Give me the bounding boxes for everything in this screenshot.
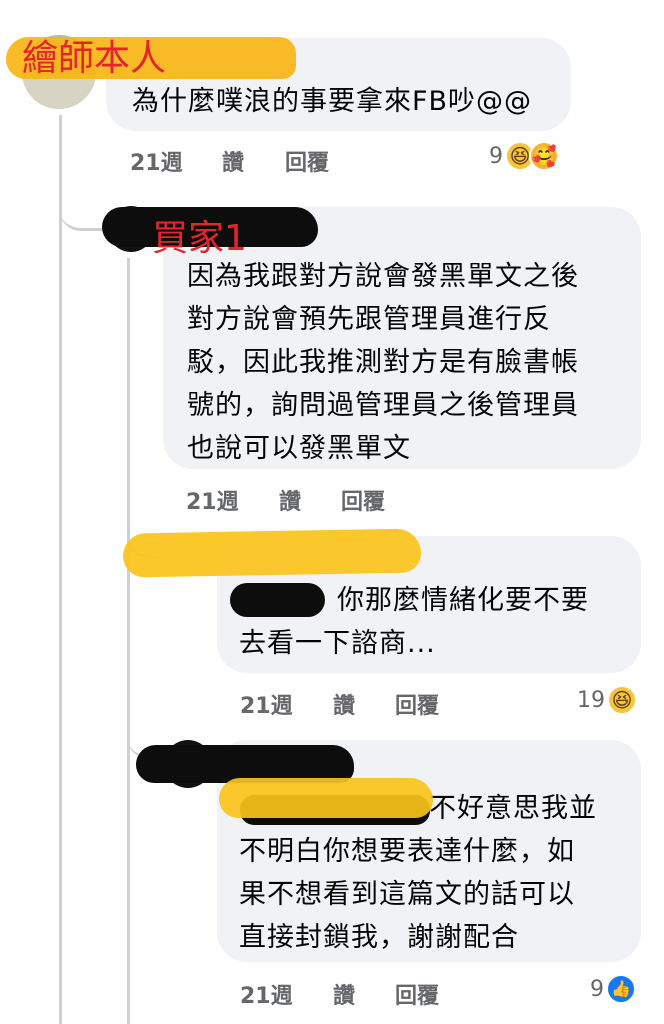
- reply-button[interactable]: 回覆: [341, 484, 385, 516]
- haha-emoji-icon: 😆: [607, 685, 637, 715]
- reaction-summary[interactable]: 9 😆 🥰: [489, 141, 559, 171]
- highlight-marker: [219, 778, 433, 818]
- comment-text-line: 果不想看到這篇文的話可以: [239, 879, 575, 910]
- like-button[interactable]: 讚: [279, 484, 301, 516]
- comment-text: 因為我跟對方說會發黑單文之後 對方說會預先跟管理員進行反 駁，因此我推測對方是有…: [187, 255, 579, 470]
- reaction-summary[interactable]: 19 😆: [577, 685, 637, 715]
- like-emoji-icon: 👍: [606, 974, 636, 1004]
- thread-line-nested: [127, 258, 130, 1024]
- comment-meta: 21週 讚 回覆: [186, 484, 586, 516]
- thread-elbow-reply1: [59, 190, 105, 231]
- timestamp[interactable]: 21週: [130, 145, 183, 177]
- comment-text-line: 駁，因此我推測對方是有臉書帳: [187, 347, 579, 378]
- like-button[interactable]: 讚: [222, 145, 244, 177]
- reply-button[interactable]: 回覆: [395, 688, 439, 720]
- care-emoji-icon: 🥰: [529, 141, 559, 171]
- author-label[interactable]: 繪師本人: [22, 39, 166, 79]
- comment-meta: 21週 讚 回覆: [240, 978, 640, 1010]
- name-redaction: [230, 583, 325, 617]
- reply-button[interactable]: 回覆: [285, 145, 329, 177]
- reaction-summary[interactable]: 9 👍: [590, 974, 636, 1004]
- timestamp[interactable]: 21週: [240, 978, 293, 1010]
- comment-text-line: 去看一下諮商...: [239, 628, 436, 659]
- reaction-count: 9: [489, 143, 503, 169]
- reaction-count: 9: [590, 976, 604, 1002]
- comment-text-line: 不明白你想要表達什麼，如: [239, 836, 575, 867]
- reaction-count: 19: [577, 687, 605, 713]
- timestamp[interactable]: 21週: [186, 484, 239, 516]
- comment-text-line: 對方說會預先跟管理員進行反: [187, 304, 551, 335]
- thread-line-main: [59, 115, 62, 1024]
- like-button[interactable]: 讚: [333, 978, 355, 1010]
- comment-text-line: 也說可以發黑單文: [187, 433, 411, 464]
- comment-text-line: 直接封鎖我，謝謝配合: [239, 922, 519, 953]
- comment-text: 為什麼噗浪的事要拿來FB吵@@: [132, 86, 533, 117]
- like-button[interactable]: 讚: [333, 688, 355, 720]
- author-label[interactable]: 買家1: [152, 219, 247, 259]
- timestamp[interactable]: 21週: [240, 688, 293, 720]
- highlight-marker: [122, 528, 422, 578]
- comment-text-line: 因為我跟對方說會發黑單文之後: [187, 261, 579, 292]
- reply-button[interactable]: 回覆: [395, 978, 439, 1010]
- comment-text-line: 號的，詢問過管理員之後管理員: [187, 390, 579, 421]
